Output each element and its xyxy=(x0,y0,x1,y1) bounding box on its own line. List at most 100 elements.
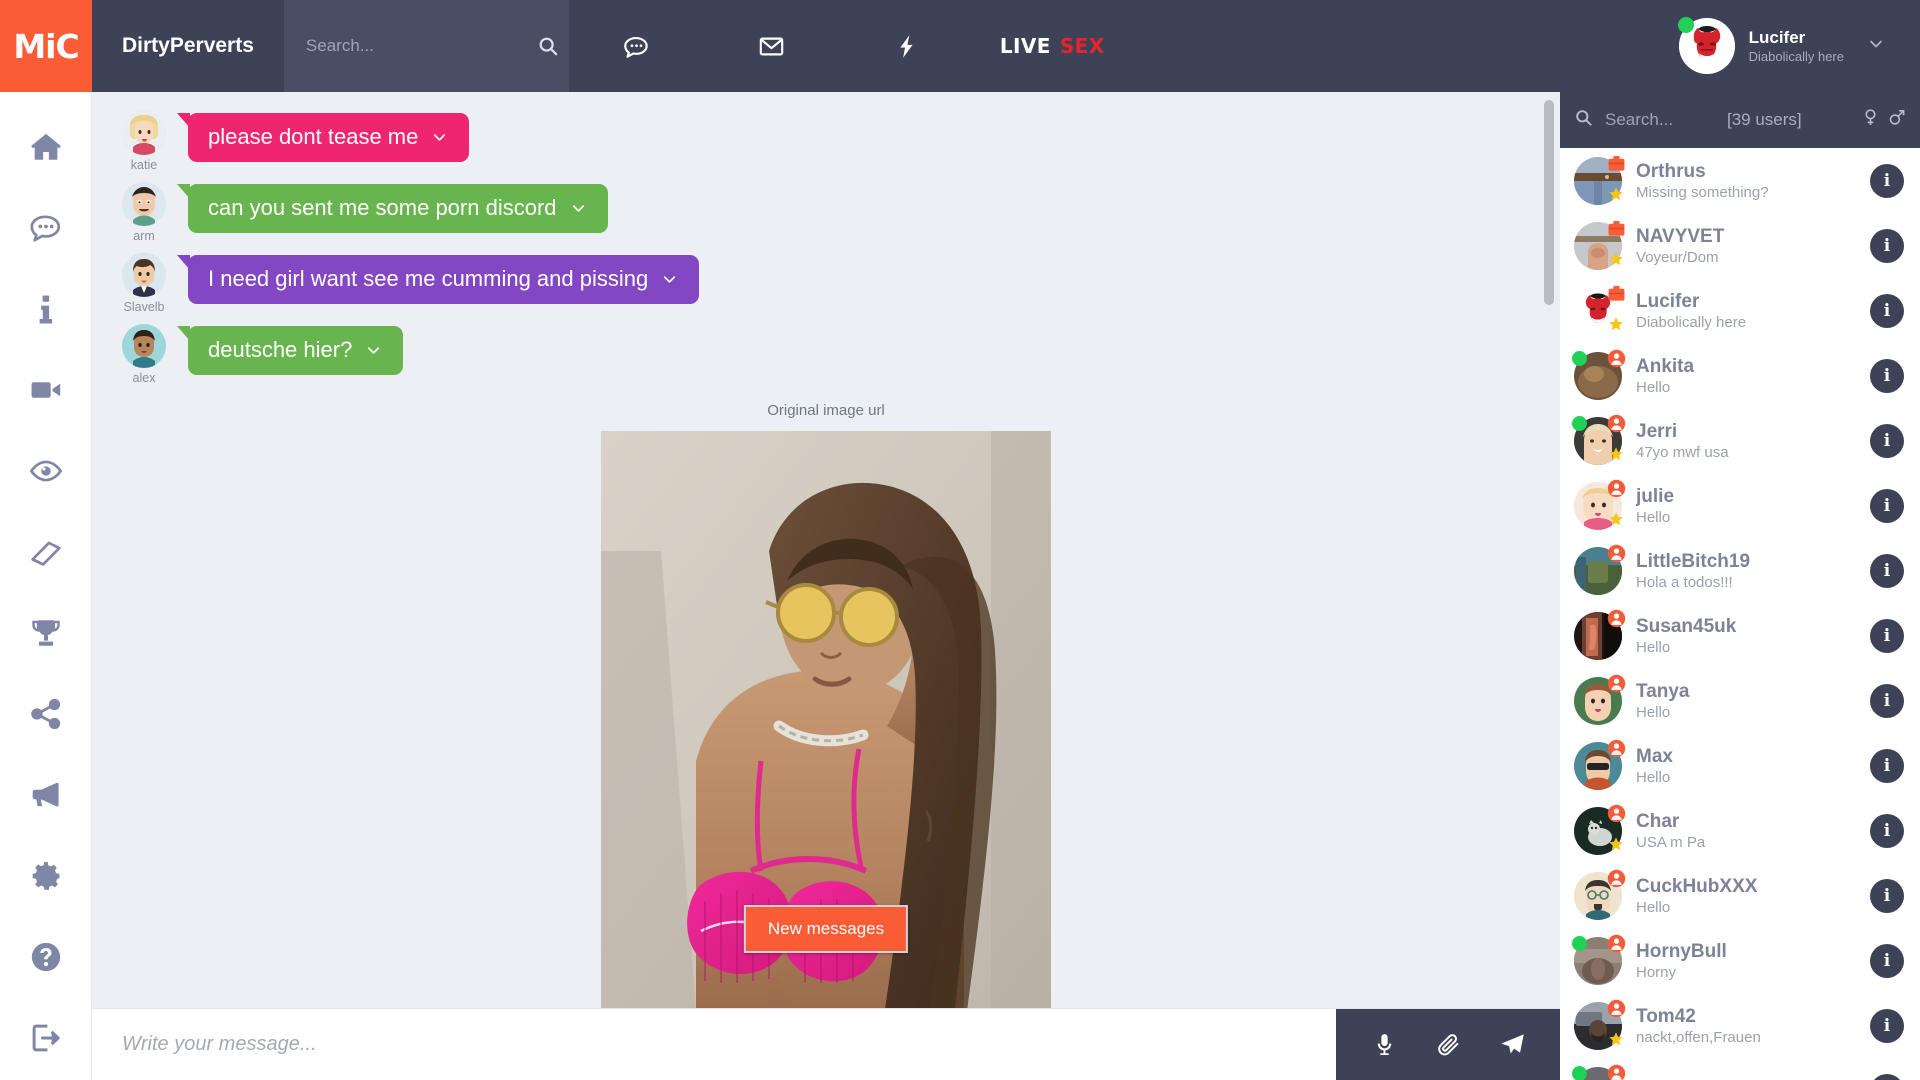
search-icon[interactable] xyxy=(537,35,559,57)
sidebar-item-help[interactable] xyxy=(0,916,92,997)
avatar-wrap xyxy=(1574,544,1626,595)
users-panel-header: [39 users] xyxy=(1560,92,1920,148)
nav-messages-button[interactable] xyxy=(704,0,839,92)
avatar-wrap xyxy=(1574,155,1625,205)
avatar-wrap xyxy=(1574,220,1625,270)
user-list-item[interactable]: HornyBull Horny i xyxy=(1560,928,1920,993)
user-info-button[interactable]: i xyxy=(1870,358,1904,393)
user-list-item[interactable]: Jerri 47yo mwf usa i xyxy=(1560,408,1920,473)
chevron-down-icon[interactable] xyxy=(430,128,449,147)
user-info-button[interactable]: i xyxy=(1870,943,1904,978)
message-bubble[interactable]: can you sent me some porn discord xyxy=(177,184,608,233)
user-name: Lucifer xyxy=(1636,290,1700,312)
nav-chat-button[interactable] xyxy=(569,0,704,92)
user-meta: NAVYVET Voyeur/Dom xyxy=(1636,226,1856,266)
paperclip-icon[interactable] xyxy=(1416,1009,1480,1080)
chevron-down-icon[interactable] xyxy=(660,270,679,289)
user-status: Hello xyxy=(1636,898,1671,916)
top-navigation-bar: MiC DirtyPerverts Search... LIVE SEX Luc… xyxy=(0,0,1920,92)
sidebar-item-share[interactable] xyxy=(0,673,92,754)
chevron-down-icon[interactable] xyxy=(1866,34,1886,59)
sidebar-item-watch[interactable] xyxy=(0,430,92,511)
briefcase-badge-icon xyxy=(1607,284,1626,303)
chevron-down-icon[interactable] xyxy=(364,341,383,360)
sidebar-item-chat[interactable] xyxy=(0,187,92,268)
global-search[interactable] xyxy=(283,0,569,92)
avatar[interactable] xyxy=(122,324,166,368)
users-search-input[interactable] xyxy=(1605,110,1715,130)
message-input[interactable] xyxy=(92,1033,1336,1056)
chevron-down-icon[interactable] xyxy=(569,199,588,218)
user-info-button[interactable]: i xyxy=(1870,813,1904,848)
avatar[interactable] xyxy=(122,253,166,297)
sidebar-item-info[interactable] xyxy=(0,268,92,349)
person-badge-icon xyxy=(1607,934,1626,953)
user-info-button[interactable]: i xyxy=(1870,423,1904,458)
person-badge-icon xyxy=(1607,349,1626,368)
nav-flash-button[interactable] xyxy=(839,0,974,92)
user-meta: LittleBitch19 Hola a todos!!! xyxy=(1636,551,1856,591)
user-list-item[interactable]: Max Hello i xyxy=(1560,733,1920,798)
user-list-item[interactable]: Susan45uk Hello i xyxy=(1560,603,1920,668)
user-info-button[interactable]: i xyxy=(1870,553,1904,588)
sidebar-item-home[interactable] xyxy=(0,106,92,187)
user-profile-menu[interactable]: Lucifer Diabolically here xyxy=(1669,0,1920,92)
profile-meta: Lucifer Diabolically here xyxy=(1749,27,1844,65)
search-input[interactable] xyxy=(305,36,527,56)
user-list-item[interactable]: ThomasB i xyxy=(1560,1058,1920,1080)
user-name: julie xyxy=(1636,485,1675,507)
user-list-item[interactable]: Char USA m Pa i xyxy=(1560,798,1920,863)
sidebar-item-settings[interactable] xyxy=(0,835,92,916)
avatar-wrap xyxy=(1574,674,1626,725)
user-list-item[interactable]: LittleBitch19 Hola a todos!!! i xyxy=(1560,538,1920,603)
user-info-button[interactable]: i xyxy=(1870,878,1904,913)
user-info-button[interactable]: i xyxy=(1870,488,1904,523)
user-list-item[interactable]: Tanya Hello i xyxy=(1560,668,1920,733)
user-info-button[interactable]: i xyxy=(1870,228,1904,263)
user-info-button[interactable]: i xyxy=(1870,683,1904,718)
message-bubble[interactable]: deutsche hier? xyxy=(176,326,404,375)
users-list: Orthrus Missing something? i NAVYVET Voy… xyxy=(1560,148,1920,1080)
user-list-item[interactable]: NAVYVET Voyeur/Dom i xyxy=(1560,213,1920,278)
gender-filter[interactable] xyxy=(1861,107,1906,133)
sidebar-item-logout[interactable] xyxy=(0,997,92,1078)
avatar[interactable] xyxy=(122,182,166,226)
app-logo[interactable]: MiC xyxy=(0,0,92,92)
user-list-item[interactable]: CuckHubXXX Hello i xyxy=(1560,863,1920,928)
send-icon[interactable] xyxy=(1480,1009,1544,1080)
message-nickname: Slavelb xyxy=(123,300,165,314)
user-info-button[interactable]: i xyxy=(1870,1008,1904,1043)
new-messages-button[interactable]: New messages xyxy=(743,905,909,953)
female-icon[interactable] xyxy=(1861,107,1880,133)
user-list-item[interactable]: Orthrus Missing something? i xyxy=(1560,148,1920,213)
message-author: alex xyxy=(116,324,172,385)
user-list-item[interactable]: julie Hello i xyxy=(1560,473,1920,538)
person-badge-icon xyxy=(1607,1064,1626,1080)
search-icon[interactable] xyxy=(1574,108,1593,132)
user-info-button[interactable]: i xyxy=(1870,293,1904,328)
message-bubble[interactable]: I need girl want see me cumming and piss… xyxy=(176,255,700,304)
avatar-wrap xyxy=(1572,414,1626,465)
avatar[interactable] xyxy=(122,111,166,155)
microphone-icon[interactable] xyxy=(1352,1009,1416,1080)
user-list-item[interactable]: Ankita Hello i xyxy=(1560,343,1920,408)
image-caption[interactable]: Original image url xyxy=(92,402,1560,419)
sidebar-item-eraser[interactable] xyxy=(0,511,92,592)
user-list-item[interactable]: Lucifer Diabolically here i xyxy=(1560,278,1920,343)
profile-name: Lucifer xyxy=(1748,28,1806,48)
user-info-button[interactable]: i xyxy=(1870,618,1904,653)
user-info-button[interactable]: i xyxy=(1870,163,1904,198)
chat-message: alex deutsche hier? xyxy=(92,319,1560,390)
sidebar-item-trophy[interactable] xyxy=(0,592,92,673)
sidebar-item-video[interactable] xyxy=(0,349,92,430)
sidebar-item-announce[interactable] xyxy=(0,754,92,835)
user-info-button[interactable]: i xyxy=(1870,1073,1904,1080)
male-icon[interactable] xyxy=(1887,107,1906,133)
chat-scrollbar[interactable] xyxy=(1544,100,1554,305)
shared-photo[interactable]: New messages xyxy=(601,431,1051,1008)
message-bubble[interactable]: please dont tease me xyxy=(176,113,470,162)
user-info-button[interactable]: i xyxy=(1870,748,1904,783)
user-list-item[interactable]: Tom42 nackt,offen,Frauen i xyxy=(1560,993,1920,1058)
user-status: USA m Pa xyxy=(1636,833,1706,851)
live-sex-link[interactable]: LIVE SEX xyxy=(974,0,1131,92)
